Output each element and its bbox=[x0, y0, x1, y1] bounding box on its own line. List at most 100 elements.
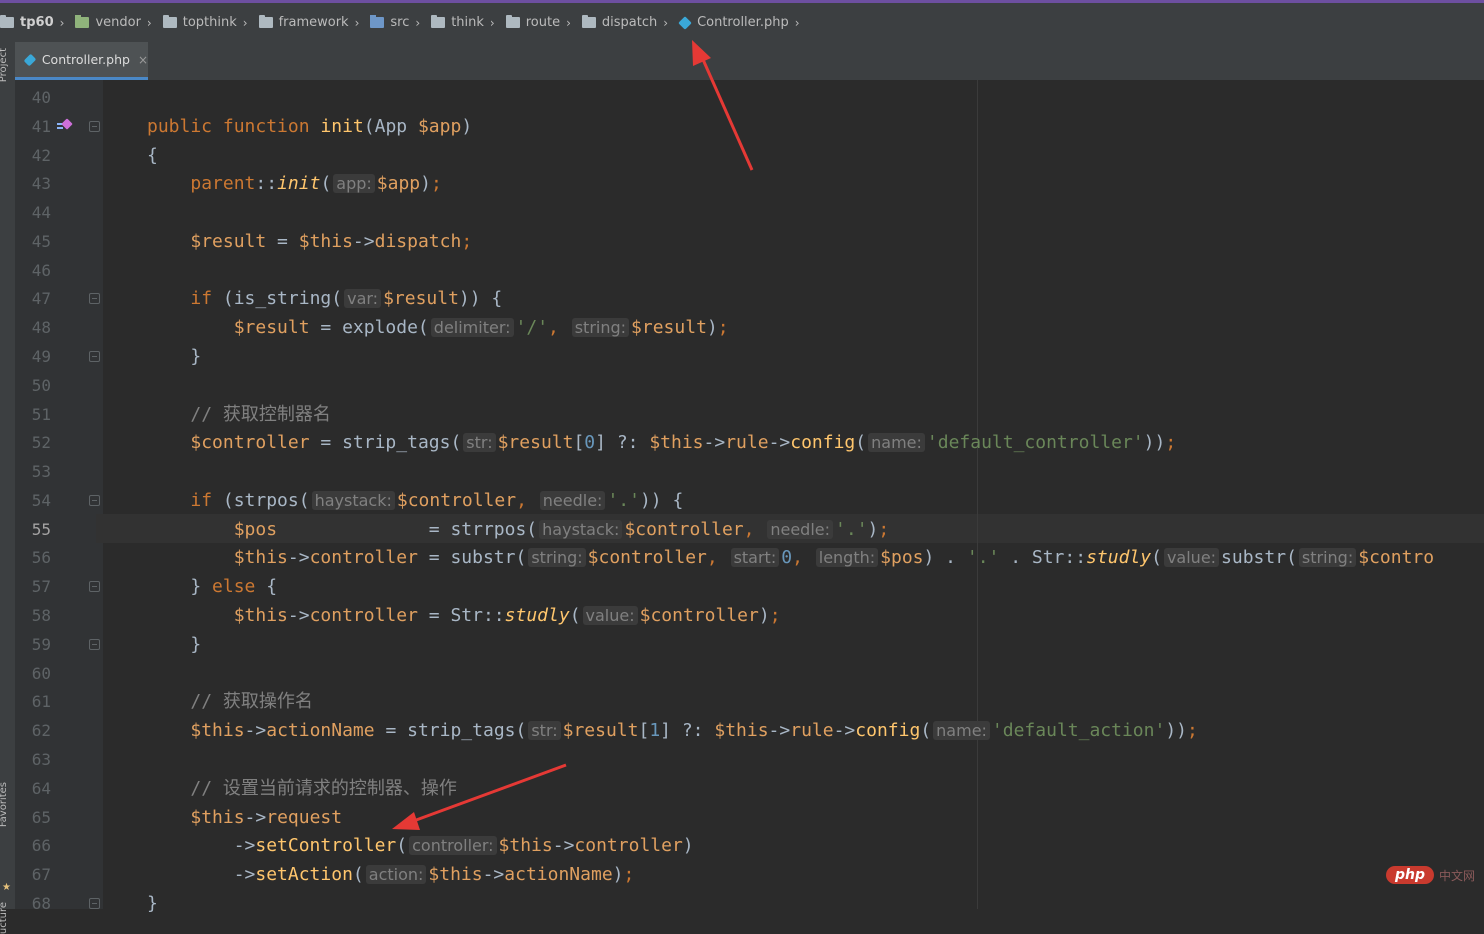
line-number: 63 bbox=[31, 749, 51, 769]
code-token: // 获取控制器名 bbox=[190, 403, 331, 425]
breadcrumb-label: topthink bbox=[182, 15, 237, 30]
watermark-logo: php bbox=[1386, 866, 1435, 884]
code-token: init bbox=[320, 115, 364, 137]
code-text: } bbox=[147, 889, 158, 918]
tab-controller-php[interactable]: Controller.php × bbox=[15, 42, 148, 80]
line-number: 68 bbox=[31, 893, 51, 913]
code-line[interactable]: 54 if (strpos(haystack: $controller, need… bbox=[0, 486, 1484, 515]
code-line[interactable]: 42 { bbox=[0, 141, 1484, 170]
code-line[interactable]: 56 $this->controller = substr(string: $co… bbox=[0, 543, 1484, 572]
code-line[interactable]: 43 parent::init(app: $app); bbox=[0, 169, 1484, 198]
code-line[interactable]: 49 } bbox=[0, 342, 1484, 371]
code-token: = substr( bbox=[417, 547, 527, 569]
code-token: )) { bbox=[639, 489, 684, 511]
parameter-hint: value: bbox=[1163, 548, 1220, 568]
breadcrumb-item[interactable]: Controller.php › bbox=[675, 15, 806, 30]
breadcrumb-label: src bbox=[390, 15, 410, 30]
code-token: ( bbox=[320, 173, 332, 195]
breadcrumb-item[interactable]: dispatch › bbox=[578, 15, 675, 30]
code-line[interactable]: 50 bbox=[0, 371, 1484, 400]
code-line[interactable]: 64 // 设置当前请求的控制器、操作 bbox=[0, 774, 1484, 803]
breadcrumb-item[interactable]: framework › bbox=[255, 15, 367, 30]
fold-toggle-icon[interactable] bbox=[89, 293, 100, 305]
code-token: rule bbox=[725, 432, 769, 454]
code-token: $this bbox=[714, 720, 769, 742]
code-line[interactable]: 58 $this->controller = Str::studly(value… bbox=[0, 601, 1484, 630]
code-token: ; bbox=[1187, 720, 1198, 742]
code-line[interactable]: 66 ->setController(controller: $this->con… bbox=[0, 831, 1484, 860]
fold-toggle-icon[interactable] bbox=[89, 897, 100, 909]
code-token: ) bbox=[706, 317, 718, 339]
code-line[interactable]: 59 } bbox=[0, 630, 1484, 659]
code-line[interactable]: 61 // 获取操作名 bbox=[0, 687, 1484, 716]
code-token: , bbox=[743, 518, 766, 540]
code-line[interactable]: 63 bbox=[0, 745, 1484, 774]
code-line[interactable]: 51 // 获取控制器名 bbox=[0, 400, 1484, 429]
code-token: ) bbox=[612, 864, 624, 886]
fold-toggle-icon[interactable] bbox=[89, 494, 100, 506]
code-line[interactable]: 45 $result = $this->dispatch; bbox=[0, 227, 1484, 256]
code-token: -> bbox=[287, 605, 310, 627]
fold-toggle-icon[interactable] bbox=[89, 351, 100, 363]
line-number: 47 bbox=[31, 289, 51, 309]
code-line[interactable]: 52 $controller = strip_tags(str: $result[… bbox=[0, 428, 1484, 457]
code-token: public bbox=[147, 115, 223, 137]
chevron-right-icon: › bbox=[242, 15, 248, 30]
code-line[interactable]: 47 if (is_string(var: $result)) { bbox=[0, 284, 1484, 313]
override-method-icon[interactable] bbox=[57, 118, 73, 133]
library-folder-icon bbox=[75, 15, 90, 28]
breadcrumb-item[interactable]: think › bbox=[427, 15, 502, 30]
code-text: ->setController(controller: $this->contro… bbox=[147, 831, 694, 860]
code-token: $app bbox=[376, 173, 421, 195]
breadcrumb-item[interactable]: vendor › bbox=[71, 15, 158, 30]
code-text: if (is_string(var: $result)) { bbox=[147, 284, 502, 313]
code-line[interactable]: 44 bbox=[0, 198, 1484, 227]
code-line[interactable]: 65 $this->request bbox=[0, 803, 1484, 832]
code-line[interactable]: 48 $result = explode(delimiter: '/', stri… bbox=[0, 313, 1484, 342]
breadcrumb-item[interactable]: route › bbox=[502, 15, 578, 30]
breadcrumb-item[interactable]: tp60 › bbox=[0, 15, 71, 30]
code-line[interactable]: 60 bbox=[0, 659, 1484, 688]
code-line[interactable]: 62 $this->actionName = strip_tags(str: $r… bbox=[0, 716, 1484, 745]
breadcrumb-item[interactable]: topthink › bbox=[159, 15, 255, 30]
code-line[interactable]: 67 ->setAction(action: $this->actionName)… bbox=[0, 860, 1484, 889]
line-number: 50 bbox=[31, 375, 51, 395]
site-watermark: php 中文网 bbox=[1386, 866, 1475, 884]
line-number: 59 bbox=[31, 634, 51, 654]
code-token: request bbox=[266, 806, 343, 828]
parameter-hint: str: bbox=[528, 721, 561, 741]
breadcrumb-label: tp60 bbox=[20, 15, 54, 30]
code-line[interactable]: 55 $pos = strrpos(haystack: $controller, … bbox=[0, 515, 1484, 544]
code-token: setAction bbox=[255, 864, 353, 886]
code-token: $app bbox=[417, 115, 462, 137]
code-line[interactable]: 53 bbox=[0, 457, 1484, 486]
code-token: = strrpos( bbox=[277, 518, 538, 540]
code-text: $this->controller = Str::studly(value: $c… bbox=[147, 601, 781, 630]
code-line[interactable]: 46 bbox=[0, 256, 1484, 285]
fold-toggle-icon[interactable] bbox=[89, 638, 100, 650]
chevron-right-icon: › bbox=[794, 15, 800, 30]
code-line[interactable]: 57 } else { bbox=[0, 572, 1484, 601]
breadcrumb-item[interactable]: src › bbox=[366, 15, 427, 30]
code-line[interactable]: 68} bbox=[0, 889, 1484, 918]
breadcrumb-label: route bbox=[525, 15, 561, 30]
line-number: 64 bbox=[31, 778, 51, 798]
code-token: = Str:: bbox=[417, 605, 505, 627]
code-line[interactable]: 41 public function init(App $app) bbox=[0, 112, 1484, 141]
line-number: 53 bbox=[31, 462, 51, 482]
code-line[interactable]: 40 bbox=[0, 83, 1484, 112]
parameter-hint: controller: bbox=[409, 836, 497, 856]
fold-toggle-icon[interactable] bbox=[89, 581, 100, 593]
project-tool-button[interactable]: Project bbox=[0, 48, 9, 82]
line-number: 52 bbox=[31, 433, 51, 453]
parameter-hint: haystack: bbox=[539, 519, 623, 539]
code-token: $controller bbox=[624, 518, 744, 540]
close-icon[interactable]: × bbox=[138, 53, 148, 67]
code-text: $result = $this->dispatch; bbox=[147, 227, 472, 256]
line-number: 51 bbox=[31, 404, 51, 424]
parameter-hint: string: bbox=[1298, 548, 1357, 568]
fold-toggle-icon[interactable] bbox=[89, 120, 100, 132]
